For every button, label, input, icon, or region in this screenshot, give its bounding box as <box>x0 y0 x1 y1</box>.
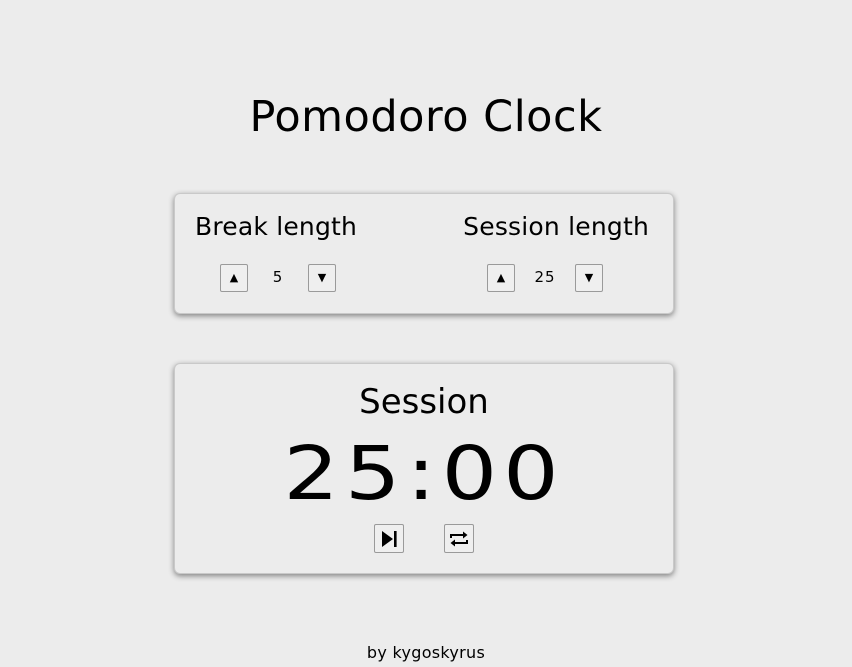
timer-label: Session <box>359 382 489 422</box>
page-title: Pomodoro Clock <box>249 92 603 142</box>
length-settings-panel: Break length ▲ 5 ▼ Session length ▲ 25 ▼ <box>174 193 674 314</box>
time-left-display: 25:00 <box>283 431 565 517</box>
session-length-group: Session length ▲ 25 ▼ <box>459 212 649 292</box>
arrow-up-icon: ▲ <box>229 271 239 284</box>
timer-panel: Session 25:00 <box>174 363 674 574</box>
play-pause-icon <box>382 530 397 547</box>
session-length-value: 25 <box>534 268 556 286</box>
arrow-down-icon: ▼ <box>317 271 327 284</box>
arrow-up-icon: ▲ <box>496 271 506 284</box>
session-length-label: Session length <box>463 212 649 241</box>
session-decrement-button[interactable]: ▼ <box>575 264 603 292</box>
break-length-group: Break length ▲ 5 ▼ <box>195 212 385 292</box>
session-length-stepper: ▲ 25 ▼ <box>487 264 607 294</box>
break-decrement-button[interactable]: ▼ <box>308 264 336 292</box>
break-length-stepper: ▲ 5 ▼ <box>220 264 340 294</box>
footer-credit: by kygoskyrus <box>366 643 486 662</box>
repeat-icon <box>450 531 468 546</box>
reset-button[interactable] <box>444 524 474 553</box>
arrow-down-icon: ▼ <box>584 271 594 284</box>
pomodoro-page: Pomodoro Clock Break length ▲ 5 ▼ Sessio… <box>0 0 852 667</box>
start-stop-button[interactable] <box>374 524 404 553</box>
break-increment-button[interactable]: ▲ <box>220 264 248 292</box>
break-length-label: Break length <box>195 212 358 241</box>
session-increment-button[interactable]: ▲ <box>487 264 515 292</box>
break-length-value: 5 <box>272 268 284 286</box>
